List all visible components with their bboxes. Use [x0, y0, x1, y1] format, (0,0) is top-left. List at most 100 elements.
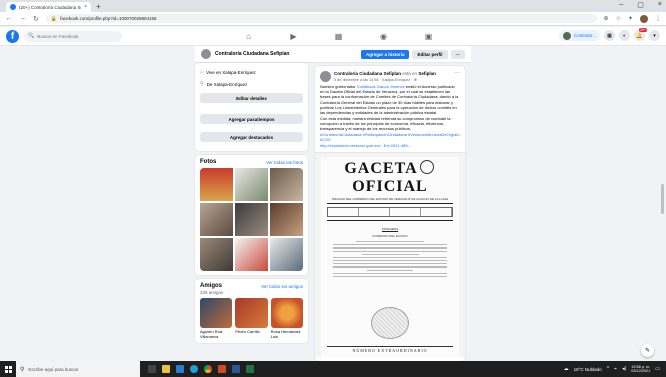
post-hashtags[interactable]: #ContraloríaCiudadana #ParticipaciónCiud… [320, 132, 460, 142]
post-author-name[interactable]: Contraloría Ciudadana Sefiplan [334, 71, 401, 76]
reload-icon[interactable]: ↻ [33, 15, 39, 23]
page-scrollbar[interactable] [659, 46, 666, 361]
gaceta-title-left: GACETA [344, 159, 418, 177]
weather-text[interactable]: 18°C Nublado [574, 367, 602, 372]
search-icon: ⚲ [20, 366, 25, 373]
photo-thumbnail[interactable] [235, 238, 268, 271]
more-options-button[interactable]: ··· [450, 49, 465, 59]
friend-photo[interactable] [235, 298, 268, 328]
nav-watch-icon[interactable]: ▶ [271, 27, 316, 45]
search-input[interactable] [37, 33, 118, 39]
tab-close-icon[interactable]: × [84, 4, 87, 10]
browser-tab[interactable]: (20+) Contraloría Ciudadana Se × [6, 2, 91, 12]
friend-item[interactable]: Agustín Ruiz Villanueva [200, 298, 233, 339]
forward-arrow-icon[interactable]: → [19, 15, 26, 22]
edit-details-button[interactable]: Editar detalles [200, 93, 303, 103]
window-controls: – ▢ × [619, 1, 662, 9]
gaceta-title: GACETAOFICIAL [321, 160, 459, 196]
taskbar-search-placeholder: Escribe aquí para buscar [28, 366, 79, 372]
browser-profile-avatar[interactable] [640, 14, 648, 23]
photo-thumbnail[interactable] [200, 203, 233, 236]
photo-thumbnail[interactable] [235, 203, 268, 236]
post-meta[interactable]: 3 de diciembre a las 13:58 · Xalapa-Enrí… [334, 77, 436, 82]
messenger-icon[interactable]: ◐ [619, 30, 630, 41]
excel-icon[interactable] [246, 365, 254, 373]
friend-name[interactable]: Rosa Hernández Luis [271, 329, 303, 339]
start-button[interactable] [0, 361, 16, 377]
taskbar-search[interactable]: ⚲ Escribe aquí para buscar [16, 361, 140, 377]
new-tab-button[interactable]: + [96, 2, 101, 12]
notifications-bell-icon[interactable]: 🔔 20+ [634, 28, 647, 41]
store-icon[interactable] [176, 365, 184, 373]
photo-thumbnail[interactable] [200, 168, 233, 201]
page-header: Contraloría Ciudadana Sefiplan Agregar a… [195, 46, 471, 63]
bookmark-star-icon[interactable]: ☆ [616, 15, 621, 22]
facebook-logo[interactable]: f [6, 29, 19, 43]
zoom-icon[interactable]: ⊕ [604, 15, 609, 22]
file-explorer-icon[interactable] [162, 365, 170, 373]
word-icon[interactable] [232, 365, 240, 373]
page-header-actions: Agregar a historia Editar perfil ··· [360, 49, 465, 59]
photo-thumbnail[interactable] [200, 238, 233, 271]
post-more-button[interactable]: ··· [454, 70, 460, 76]
friend-item[interactable]: Rosa Hernández Luis [270, 298, 303, 339]
profile-chip[interactable]: Contralor... [558, 30, 600, 41]
edge-icon[interactable] [190, 365, 198, 373]
maximize-button[interactable]: ▢ [637, 1, 644, 9]
from-row: ⚲ De Xalapa-Enríquez [200, 81, 303, 87]
nav-gaming-icon[interactable]: ▣ [406, 27, 451, 45]
official-stamp-icon [371, 306, 409, 339]
friend-name[interactable]: Agustín Ruiz Villanueva [200, 329, 232, 339]
nav-groups-icon[interactable]: ◉ [361, 27, 406, 45]
photo-thumbnail[interactable] [270, 238, 303, 271]
facebook-favicon-icon [10, 4, 16, 10]
chrome-icon[interactable] [204, 365, 212, 373]
back-arrow-icon[interactable]: ← [5, 15, 12, 22]
photo-thumbnail[interactable] [235, 168, 268, 201]
friend-photo[interactable] [270, 298, 303, 328]
friend-photo[interactable] [200, 298, 233, 328]
extensions-icon[interactable]: ✦ [628, 15, 633, 22]
scrollbar-thumb[interactable] [661, 184, 664, 214]
divider [327, 219, 453, 221]
new-message-button[interactable]: ✎ [641, 344, 654, 357]
close-window-button[interactable]: × [658, 1, 662, 9]
gaceta-document: GACETAOFICIAL ÓRGANO DEL GOBIERNO DEL ES… [321, 156, 459, 357]
volume-icon[interactable]: ◂) [622, 366, 626, 372]
photo-thumbnail[interactable] [270, 168, 303, 201]
powerpoint-icon[interactable] [218, 365, 226, 373]
facebook-search[interactable]: 🔍 [24, 30, 122, 42]
nav-home-icon[interactable]: ⌂ [226, 27, 271, 45]
post-image-gaceta[interactable]: GACETAOFICIAL ÓRGANO DEL GOBIERNO DEL ES… [315, 151, 465, 357]
task-view-icon[interactable] [148, 365, 156, 373]
tray-chevron-icon[interactable]: ^ [607, 366, 609, 372]
edit-profile-button[interactable]: Editar perfil [412, 49, 448, 59]
nav-marketplace-icon[interactable]: ▦ [316, 27, 361, 45]
post-action: está en [402, 71, 418, 76]
weather-icon[interactable]: ☁ [564, 366, 569, 372]
see-all-friends-link[interactable]: Ver todos los amigos [261, 284, 303, 289]
notification-badge: 20+ [639, 28, 647, 32]
notification-center-icon[interactable]: ▭ [655, 366, 660, 372]
facebook-right-controls: Contralor... ▦ ◐ 🔔 20+ ▾ [558, 28, 660, 41]
friend-item[interactable]: Pedro Carrillo [235, 298, 268, 339]
post-location-name[interactable]: Sefiplan [418, 71, 436, 76]
post-link[interactable]: http://repositorio.veracruz.gob.mx/...Ex… [320, 143, 460, 148]
menu-grid-icon[interactable]: ▦ [604, 30, 615, 41]
photo-thumbnail[interactable] [270, 203, 303, 236]
account-dropdown-icon[interactable]: ▾ [649, 30, 660, 41]
post-author-avatar[interactable] [320, 71, 331, 82]
see-all-photos-link[interactable]: Ver todas las fotos [266, 160, 303, 165]
page-avatar[interactable] [201, 49, 211, 59]
browser-menu-icon[interactable]: ⋮ [655, 15, 661, 22]
clock[interactable]: 13:58 p. m. 03/12/2021 [631, 365, 650, 374]
page-name[interactable]: Contraloría Ciudadana Sefiplan [215, 51, 289, 57]
network-icon[interactable]: ⌁ [614, 366, 617, 372]
search-icon: 🔍 [28, 33, 35, 39]
friend-name[interactable]: Pedro Carrillo [235, 329, 267, 334]
add-featured-button[interactable]: Agregar destacados [200, 132, 303, 142]
add-story-button[interactable]: Agregar a historia [360, 49, 410, 59]
minimize-button[interactable]: – [619, 1, 623, 9]
add-hobbies-button[interactable]: Agregar pasatiempos [200, 114, 303, 124]
url-bar[interactable]: 🔒 facebook.com/profile.php?id=1000700258… [45, 14, 597, 23]
